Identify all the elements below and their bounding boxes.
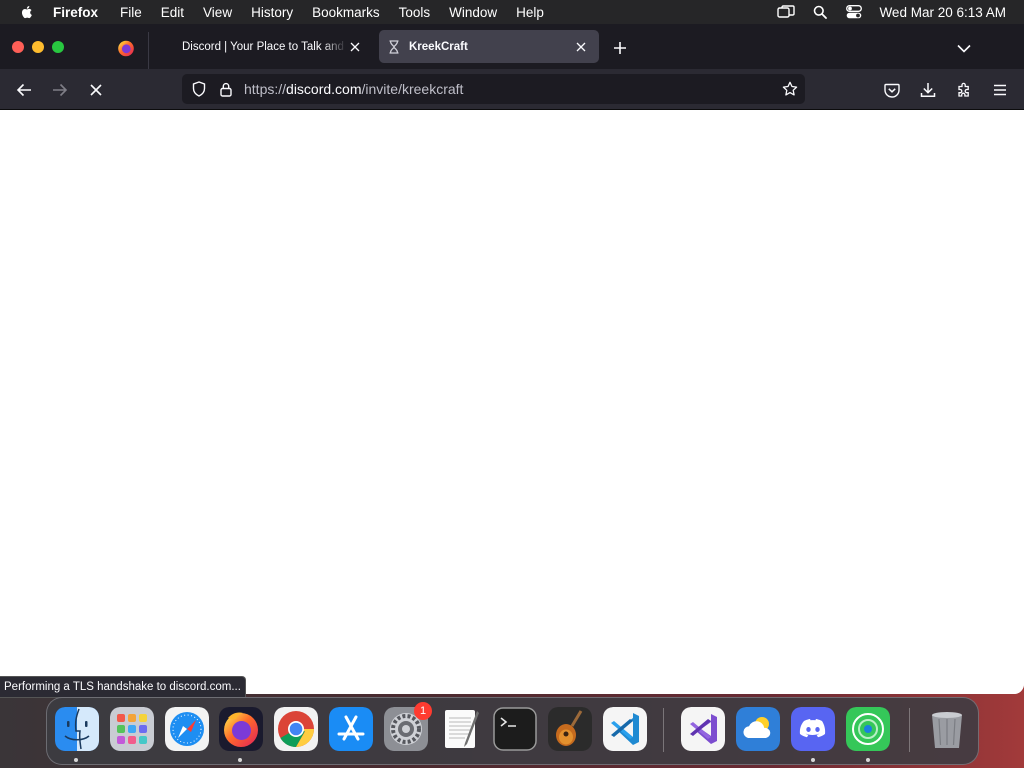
- pocket-icon[interactable]: [882, 80, 902, 100]
- firefox-icon: [118, 40, 134, 57]
- arrow-left-icon: [16, 83, 31, 97]
- url-scheme: https://: [244, 81, 287, 97]
- zoom-window-button[interactable]: [52, 41, 64, 53]
- bookmark-star-icon[interactable]: [781, 80, 799, 98]
- loading-hourglass-icon: [387, 39, 401, 54]
- status-panel: Performing a TLS handshake to discord.co…: [0, 676, 246, 698]
- toolbar-actions: [866, 80, 1010, 100]
- tab-kreekcraft[interactable]: KreekCraft: [379, 30, 599, 63]
- tracking-protection-shield-icon[interactable]: [190, 80, 208, 98]
- screen-mirroring-icon[interactable]: [777, 4, 796, 20]
- page-content-blank: [0, 110, 1024, 694]
- dock-separator: [663, 708, 664, 752]
- dock-weather-icon[interactable]: [736, 707, 780, 751]
- lock-icon[interactable]: [218, 80, 234, 98]
- tab-bar: Discord | Your Place to Talk and Hang Ou…: [0, 24, 1024, 70]
- list-all-tabs-button[interactable]: [955, 39, 973, 57]
- plus-icon: [614, 42, 626, 54]
- close-tab-icon[interactable]: [573, 39, 589, 55]
- tab-separator: [148, 32, 149, 70]
- stop-loading-button[interactable]: [86, 80, 106, 100]
- close-tab-icon[interactable]: [347, 39, 363, 55]
- menu-file[interactable]: File: [120, 5, 142, 20]
- menu-history[interactable]: History: [251, 5, 293, 20]
- dock-textedit-icon[interactable]: [439, 707, 483, 751]
- menubar-clock[interactable]: Wed Mar 20 6:13 AM: [879, 5, 1006, 20]
- url-path: /invite/kreekcraft: [361, 81, 464, 97]
- menu-window[interactable]: Window: [449, 5, 497, 20]
- hamburger-menu-icon[interactable]: [990, 80, 1010, 100]
- close-icon: [90, 84, 102, 96]
- forward-button[interactable]: [50, 80, 70, 100]
- dock-chrome-icon[interactable]: [274, 707, 318, 751]
- extensions-puzzle-icon[interactable]: [954, 80, 974, 100]
- dock: [46, 697, 979, 765]
- close-window-button[interactable]: [12, 41, 24, 53]
- dock-running-indicator: [74, 758, 78, 762]
- dock-running-indicator: [866, 758, 870, 762]
- dock-visual-studio-icon[interactable]: [681, 707, 725, 751]
- menu-bookmarks[interactable]: Bookmarks: [312, 5, 380, 20]
- arrow-right-icon: [53, 83, 68, 97]
- menu-view[interactable]: View: [203, 5, 232, 20]
- dock-app-store-icon[interactable]: [329, 707, 373, 751]
- menu-bar: Firefox File Edit View History Bookmarks…: [0, 0, 1024, 24]
- dock-terminal-icon[interactable]: [493, 707, 537, 751]
- pinned-tab-firefox[interactable]: [113, 36, 139, 60]
- downloads-icon[interactable]: [918, 80, 938, 100]
- tab-title: Discord | Your Place to Talk and Hang Ou…: [182, 40, 347, 53]
- dock-running-indicator: [238, 758, 242, 762]
- firefox-window: Discord | Your Place to Talk and Hang Ou…: [0, 24, 1024, 694]
- back-button[interactable]: [14, 80, 34, 100]
- address-bar[interactable]: https://discord.com/invite/kreekcraft: [182, 74, 805, 104]
- dock-trash-icon[interactable]: [925, 707, 969, 751]
- navigation-toolbar: https://discord.com/invite/kreekcraft: [0, 69, 1024, 110]
- menu-edit[interactable]: Edit: [161, 5, 184, 20]
- dock-garageband-icon[interactable]: [548, 707, 592, 751]
- tab-title: KreekCraft: [409, 40, 468, 53]
- dock-find-my-icon[interactable]: [846, 707, 890, 751]
- system-preferences-badge: 1: [414, 702, 432, 720]
- dock-running-indicator: [811, 758, 815, 762]
- dock-finder-icon[interactable]: [55, 707, 99, 751]
- dock-safari-icon[interactable]: [165, 707, 209, 751]
- new-tab-button[interactable]: [611, 39, 629, 57]
- dock-discord-icon[interactable]: [791, 707, 835, 751]
- dock-separator: [909, 708, 910, 752]
- menu-help[interactable]: Help: [516, 5, 544, 20]
- minimize-window-button[interactable]: [32, 41, 44, 53]
- dock-vscode-icon[interactable]: [603, 707, 647, 751]
- url-host: discord.com: [286, 81, 362, 97]
- menu-tools[interactable]: Tools: [399, 5, 431, 20]
- dock-firefox-icon[interactable]: [219, 707, 263, 751]
- menu-app-name[interactable]: Firefox: [53, 5, 98, 20]
- apple-icon[interactable]: [19, 4, 35, 20]
- dock-launchpad-icon[interactable]: [110, 707, 154, 751]
- url-text: https://discord.com/invite/kreekcraft: [244, 81, 463, 97]
- spotlight-search-icon[interactable]: [811, 4, 829, 20]
- chevron-down-icon: [957, 44, 971, 53]
- tab-discord[interactable]: Discord | Your Place to Talk and Hang Ou…: [151, 30, 373, 63]
- control-center-icon[interactable]: [845, 4, 863, 20]
